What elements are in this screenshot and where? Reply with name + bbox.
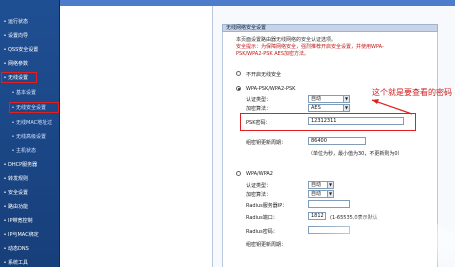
radius-ip-label: Radius服务器IP： bbox=[246, 203, 288, 209]
sidebar-item-qss[interactable]: • QSS安全设置 bbox=[2, 45, 58, 54]
sidebar-item-security[interactable]: • 安全设置 bbox=[2, 188, 58, 197]
sidebar-item-dhcp[interactable]: • DHCP服务器 bbox=[2, 160, 58, 169]
radio-security-off[interactable] bbox=[236, 71, 241, 76]
chevron-down-icon: ▼ bbox=[343, 96, 349, 102]
sidebar-item-label: 运行状态 bbox=[8, 19, 29, 25]
sidebar-item-label: 动态DNS bbox=[8, 246, 29, 252]
sidebar-item-label: 主机状态 bbox=[16, 148, 37, 154]
rekey-label: 组密钥更新周期： bbox=[246, 140, 287, 146]
sidebar-item-mac-filter[interactable]: • 无线MAC地址过 bbox=[10, 118, 58, 127]
radius-port-field[interactable]: 1812 bbox=[308, 212, 326, 220]
auth-type-2-select[interactable]: 自动 ▼ bbox=[308, 181, 334, 189]
sidebar-item-status[interactable]: • 运行状态 bbox=[2, 17, 58, 26]
intro-note: 本页面设置路由器无线网络的安全认证选项。 bbox=[236, 37, 337, 43]
security-tip: 安全提示：为保障网络安全，强烈推荐开启安全设置，并使用WPA- bbox=[236, 44, 384, 50]
sidebar-item-label: 系统工具 bbox=[8, 260, 29, 266]
sidebar-item-advanced[interactable]: • 无线高级设置 bbox=[10, 132, 58, 141]
radio-wpa[interactable] bbox=[236, 171, 241, 176]
sidebar-item-label: 设置向导 bbox=[8, 33, 29, 39]
sidebar-item-label: 路由功能 bbox=[8, 204, 29, 210]
encryption-select[interactable]: AES ▼ bbox=[308, 104, 350, 112]
sidebar-item-label: DHCP服务器 bbox=[8, 162, 38, 168]
sidebar-item-label: IP带宽控制 bbox=[8, 218, 33, 224]
auth-type-2-label: 认证类型： bbox=[246, 183, 272, 189]
sidebar-item-label: 无线安全设置 bbox=[16, 105, 47, 111]
radius-password-label: Radius密码： bbox=[246, 229, 278, 235]
photo-glare bbox=[300, 215, 455, 267]
radio-wpa-psk[interactable] bbox=[236, 86, 241, 91]
sidebar-item-forwarding[interactable]: • 转发规则 bbox=[2, 174, 58, 183]
rekey-field[interactable]: 86400 bbox=[308, 137, 366, 145]
chevron-down-icon: ▼ bbox=[327, 182, 333, 188]
radius-port-label: Radius端口： bbox=[246, 215, 278, 221]
psk-password-field[interactable]: 12312311 bbox=[308, 117, 404, 125]
sidebar-item-network[interactable]: • 网络参数 bbox=[2, 59, 58, 68]
sidebar: • 运行状态 • 设置向导 • QSS安全设置 • 网络参数 • 无线设置 • 基本设置 •… bbox=[0, 0, 60, 267]
sidebar-item-basic[interactable]: • 基本设置 bbox=[10, 88, 58, 97]
option-wpa-psk: WPA-PSK/WPA2-PSK bbox=[246, 86, 296, 92]
sidebar-item-ip-mac[interactable]: • IP与MAC绑定 bbox=[2, 230, 58, 239]
encryption-2-select[interactable]: 自动 ▼ bbox=[308, 190, 334, 198]
auth-type-2-value: 自动 bbox=[311, 182, 322, 188]
sidebar-item-label: 转发规则 bbox=[8, 176, 29, 182]
chevron-down-icon: ▼ bbox=[343, 105, 349, 111]
sidebar-item-ddns[interactable]: • 动态DNS bbox=[2, 244, 58, 253]
auth-type-select[interactable]: 自动 ▼ bbox=[308, 95, 350, 103]
rekey-2-label: 组密钥更新周期： bbox=[246, 242, 287, 248]
rekey-hint: （单位为秒，最小值为30，不更新则为0） bbox=[308, 151, 403, 157]
option-security-off: 不开启无线安全 bbox=[246, 72, 282, 78]
auth-type-label: 认证类型： bbox=[246, 97, 272, 103]
encryption-value: AES bbox=[311, 105, 321, 111]
sidebar-item-label: 基本设置 bbox=[16, 90, 37, 96]
sidebar-item-routing[interactable]: • 路由功能 bbox=[2, 202, 58, 211]
option-wpa: WPA/WPA2 bbox=[246, 171, 273, 177]
radius-ip-field[interactable] bbox=[308, 200, 350, 208]
sidebar-item-label: 网络参数 bbox=[8, 61, 29, 67]
sidebar-item-label: 无线设置 bbox=[8, 75, 29, 81]
security-tip-cont: PSK/WPA2-PSK AES加密方法。 bbox=[236, 51, 310, 57]
sidebar-item-label: 安全设置 bbox=[8, 190, 29, 196]
sidebar-item-wizard[interactable]: • 设置向导 bbox=[2, 31, 58, 40]
sidebar-item-wireless-security[interactable]: • 无线安全设置 bbox=[9, 102, 59, 113]
encryption-2-label: 加密算法： bbox=[246, 192, 272, 198]
chevron-down-icon: ▼ bbox=[327, 191, 333, 197]
callout-text: 这个就是要查看的密码 bbox=[372, 88, 452, 97]
encryption-label: 加密算法： bbox=[246, 106, 272, 112]
sidebar-item-wireless[interactable]: • 无线设置 bbox=[1, 72, 37, 83]
sidebar-item-host-status[interactable]: • 主机状态 bbox=[10, 146, 58, 155]
auth-type-value: 自动 bbox=[311, 96, 322, 102]
psk-password-label: PSK密码： bbox=[246, 120, 271, 126]
sidebar-item-label: 无线MAC地址过 bbox=[16, 120, 53, 126]
sidebar-item-label: 无线高级设置 bbox=[16, 134, 47, 140]
encryption-2-value: 自动 bbox=[311, 191, 322, 197]
panel-title: 无线网络安全设置 bbox=[222, 24, 438, 32]
sidebar-item-tools[interactable]: • 系统工具 bbox=[2, 258, 58, 267]
sidebar-item-bandwidth[interactable]: • IP带宽控制 bbox=[2, 216, 58, 225]
sidebar-item-label: IP与MAC绑定 bbox=[8, 232, 39, 238]
sidebar-item-label: QSS安全设置 bbox=[8, 47, 39, 53]
